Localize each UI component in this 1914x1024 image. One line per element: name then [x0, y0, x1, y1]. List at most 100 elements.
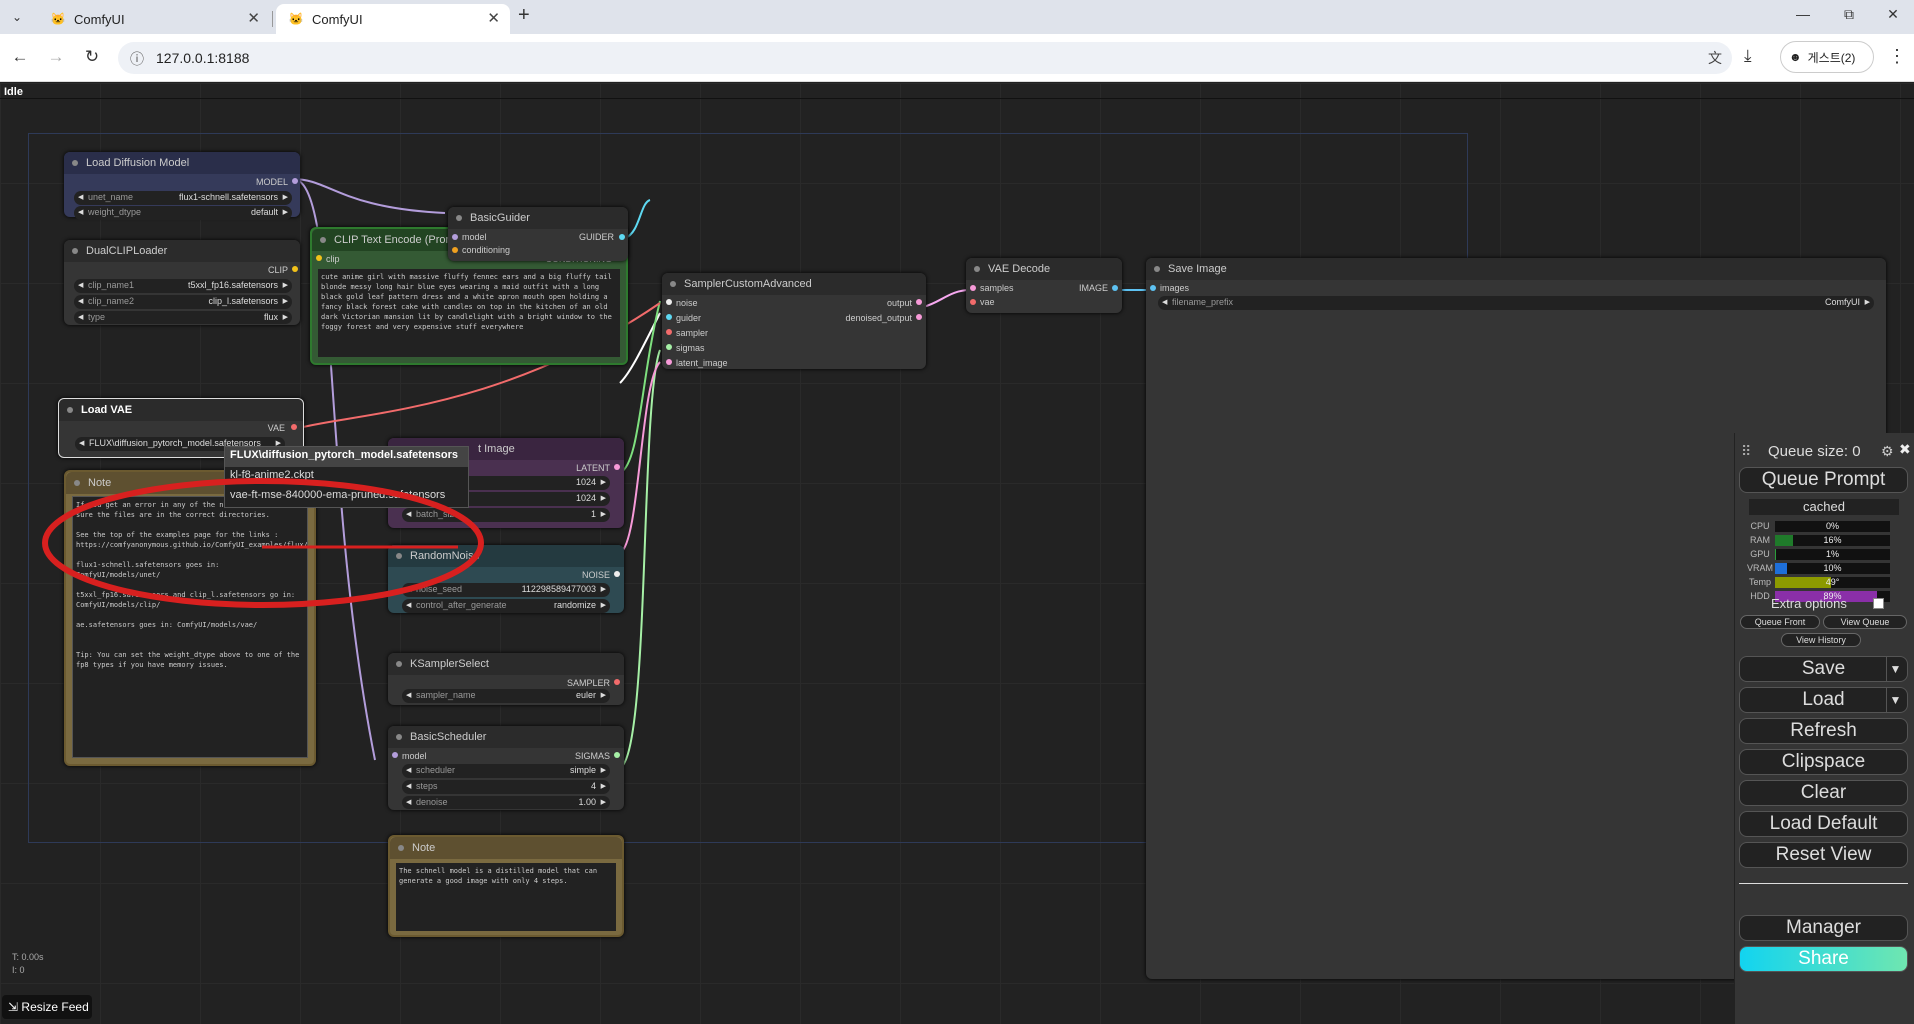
denoise-widget[interactable]: denoise1.00	[402, 796, 610, 809]
view-history-button[interactable]: View History	[1781, 633, 1861, 647]
node-title[interactable]: Save Image	[1146, 258, 1886, 280]
close-tab-icon[interactable]: ✕	[247, 9, 260, 27]
node-load-diffusion-model[interactable]: Load Diffusion Model MODEL unet_nameflux…	[64, 152, 300, 220]
node-title[interactable]: Load VAE	[59, 399, 303, 421]
graph-canvas[interactable]: Idle Load Diffusion Model MODEL unet_nam…	[0, 83, 1914, 1024]
node-note-2[interactable]: Note The schnell model is a distilled mo…	[388, 835, 624, 937]
restore-icon[interactable]: ⧉	[1834, 6, 1864, 23]
node-title[interactable]: Load Diffusion Model	[64, 152, 300, 174]
clear-button[interactable]: Clear	[1739, 780, 1908, 806]
sampler-name-widget[interactable]: sampler_nameeuler	[402, 689, 610, 703]
reset-view-button[interactable]: Reset View	[1739, 842, 1908, 868]
drag-handle-icon[interactable]: ⠿	[1741, 443, 1751, 460]
close-icon[interactable]: ✖	[1899, 441, 1911, 458]
sigmas-input-dot[interactable]	[666, 344, 672, 350]
weight-dtype-widget[interactable]: weight_dtypedefault	[74, 206, 292, 220]
reload-icon[interactable]: ↻	[80, 47, 104, 67]
conditioning-input-dot[interactable]	[452, 247, 458, 253]
gear-icon[interactable]: ⚙	[1881, 443, 1894, 460]
browser-tab-1[interactable]: 🐱 ComfyUI ✕	[38, 4, 270, 34]
clip-output-dot[interactable]	[292, 266, 298, 272]
site-info-icon[interactable]: ⓘ	[130, 49, 144, 69]
link-guider	[624, 199, 651, 239]
new-tab-icon[interactable]: +	[518, 4, 530, 27]
node-title[interactable]: KSamplerSelect	[388, 653, 624, 675]
images-input-dot[interactable]	[1150, 285, 1156, 291]
sampler-output-dot[interactable]	[614, 679, 620, 685]
close-window-icon[interactable]: ✕	[1878, 6, 1908, 23]
node-basic-guider[interactable]: BasicGuider model conditioning GUIDER	[448, 207, 628, 261]
guider-output-dot[interactable]	[619, 234, 625, 240]
node-title[interactable]: BasicGuider	[448, 207, 628, 229]
noise-input-dot[interactable]	[666, 299, 672, 305]
output-label: SAMPLER	[566, 678, 610, 688]
load-button[interactable]: Load ▼	[1739, 687, 1908, 713]
address-bar[interactable]: ⓘ 127.0.0.1:8188 文	[118, 42, 1732, 74]
tab-search-icon[interactable]: ⌄	[6, 6, 28, 28]
note-text[interactable]: The schnell model is a distilled model t…	[396, 863, 616, 931]
noise-output-dot[interactable]	[614, 571, 620, 577]
node-title[interactable]: BasicScheduler	[388, 726, 624, 748]
node-title[interactable]: SamplerCustomAdvanced	[662, 273, 926, 295]
model-input-dot[interactable]	[392, 752, 398, 758]
output-label: CLIP	[267, 265, 288, 275]
refresh-button[interactable]: Refresh	[1739, 718, 1908, 744]
clipspace-button[interactable]: Clipspace	[1739, 749, 1908, 775]
dropdown-option[interactable]: FLUX\diffusion_pytorch_model.safetensors	[225, 447, 468, 467]
filename-prefix-widget[interactable]: filename_prefixComfyUI	[1158, 296, 1874, 310]
browser-tab-2[interactable]: 🐱 ComfyUI ✕	[276, 4, 510, 34]
translate-icon[interactable]: 文	[1708, 48, 1722, 68]
sampler-input-dot[interactable]	[666, 329, 672, 335]
extra-options-checkbox[interactable]	[1873, 598, 1884, 609]
node-title[interactable]: VAE Decode	[966, 258, 1122, 280]
clip-name2-widget[interactable]: clip_name2clip_l.safetensors	[74, 295, 292, 309]
vae-input-dot[interactable]	[970, 299, 976, 305]
url-text[interactable]: 127.0.0.1:8188	[156, 50, 249, 66]
denoised-output-dot[interactable]	[916, 314, 922, 320]
samples-input-dot[interactable]	[970, 285, 976, 291]
queue-front-button[interactable]: Queue Front	[1740, 615, 1820, 629]
image-output-dot[interactable]	[1112, 285, 1118, 291]
clip-type-widget[interactable]: typeflux	[74, 311, 292, 324]
queue-prompt-button[interactable]: Queue Prompt	[1739, 467, 1908, 493]
profile-button[interactable]: ☻ 게스트(2)	[1780, 41, 1874, 73]
steps-widget[interactable]: steps4	[402, 780, 610, 794]
model-output-dot[interactable]	[292, 178, 298, 184]
clip-name1-widget[interactable]: clip_name1t5xxl_fp16.safetensors	[74, 279, 292, 293]
scheduler-widget[interactable]: schedulersimple	[402, 764, 610, 778]
close-tab-icon[interactable]: ✕	[487, 9, 500, 27]
node-title[interactable]: Note	[390, 837, 622, 859]
save-button[interactable]: Save ▼	[1739, 656, 1908, 682]
back-icon[interactable]: ←	[8, 47, 32, 67]
menu-icon[interactable]: ⋮	[1888, 46, 1906, 67]
view-queue-button[interactable]: View Queue	[1823, 615, 1907, 629]
clip-input-dot[interactable]	[316, 255, 322, 261]
node-sampler-custom-advanced[interactable]: SamplerCustomAdvanced noise guider sampl…	[662, 273, 926, 369]
node-ksampler-select[interactable]: KSamplerSelect SAMPLER sampler_nameeuler	[388, 653, 624, 705]
sigmas-output-dot[interactable]	[614, 752, 620, 758]
output-label: GUIDER	[578, 232, 614, 242]
latent-output-dot[interactable]	[614, 464, 620, 470]
unet-name-widget[interactable]: unet_nameflux1-schnell.safetensors	[74, 191, 292, 205]
forward-icon[interactable]: →	[44, 47, 68, 67]
guider-input-dot[interactable]	[666, 314, 672, 320]
load-dropdown-icon[interactable]: ▼	[1886, 688, 1904, 712]
output-dot[interactable]	[916, 299, 922, 305]
node-title[interactable]: DualCLIPLoader	[64, 240, 300, 262]
output-label: denoised_output	[845, 313, 912, 323]
minimize-icon[interactable]: —	[1788, 6, 1818, 22]
prompt-textarea[interactable]: cute anime girl with massive fluffy fenn…	[318, 269, 620, 357]
node-basic-scheduler[interactable]: BasicScheduler model SIGMAS schedulersim…	[388, 726, 624, 810]
monitor-value: 10%	[1823, 563, 1842, 573]
load-default-button[interactable]: Load Default	[1739, 811, 1908, 837]
download-icon[interactable]: ⤓	[1744, 46, 1752, 66]
resize-feed-button[interactable]: ⇲ Resize Feed	[2, 995, 92, 1019]
manager-button[interactable]: Manager	[1739, 915, 1908, 941]
latent-input-dot[interactable]	[666, 359, 672, 365]
save-dropdown-icon[interactable]: ▼	[1886, 657, 1904, 681]
node-vae-decode[interactable]: VAE Decode samples vae IMAGE	[966, 258, 1122, 313]
model-input-dot[interactable]	[452, 234, 458, 240]
share-button[interactable]: Share	[1739, 946, 1908, 972]
node-dual-clip-loader[interactable]: DualCLIPLoader CLIP clip_name1t5xxl_fp16…	[64, 240, 300, 325]
vae-output-dot[interactable]	[291, 424, 297, 430]
